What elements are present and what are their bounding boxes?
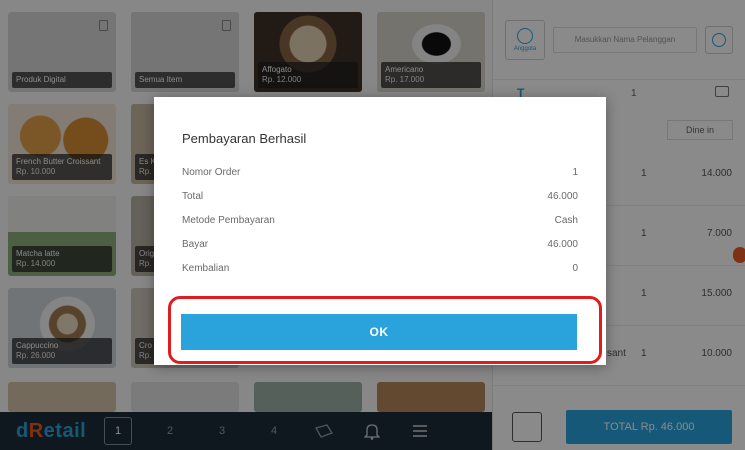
total-row: Total 46.000	[182, 191, 578, 211]
change-value: 0	[572, 263, 578, 274]
order-number-row: Nomor Order 1	[182, 167, 578, 187]
change-row: Kembalian 0	[182, 263, 578, 283]
paid-value: 46.000	[547, 239, 578, 250]
dialog-title: Pembayaran Berhasil	[182, 131, 307, 146]
total-label: Total	[182, 191, 204, 202]
total-value: 46.000	[547, 191, 578, 202]
order-number-label: Nomor Order	[182, 167, 241, 178]
payment-method-label: Metode Pembayaran	[182, 215, 275, 226]
ok-button[interactable]: OK	[181, 314, 577, 350]
change-label: Kembalian	[182, 263, 230, 274]
payment-method-value: Cash	[554, 215, 578, 226]
order-number-value: 1	[572, 167, 578, 178]
paid-label: Bayar	[182, 239, 209, 250]
paid-row: Bayar 46.000	[182, 239, 578, 259]
payment-method-row: Metode Pembayaran Cash	[182, 215, 578, 235]
